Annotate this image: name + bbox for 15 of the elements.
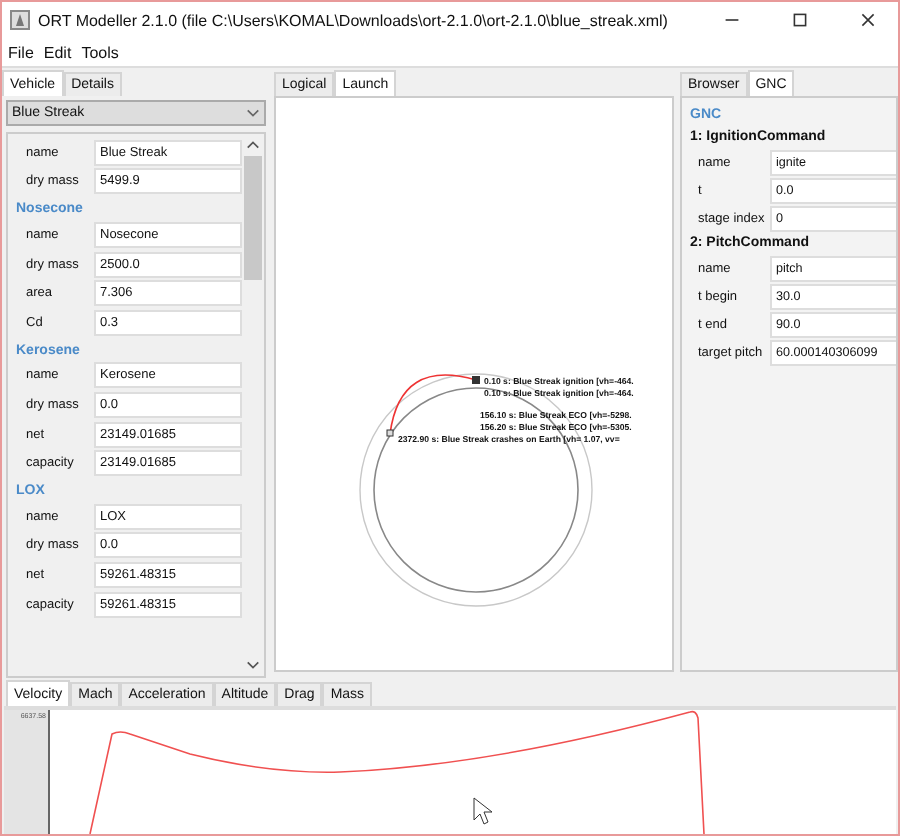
chevron-down-icon [246,108,260,118]
menu-item[interactable]: Tools [81,43,119,61]
event-marker [386,429,394,437]
maximize-icon[interactable] [792,12,808,28]
menu-item[interactable]: Edit [43,43,72,61]
trajectory-line [389,374,477,435]
menu-item[interactable]: File [8,43,34,61]
window-title: ORT Modeller 2.1.0 (file C:\Users\KOMAL\Downloads\ort-2.1.0\ort-2.1.0\blue_streak.xml) [38,11,668,29]
scroll-down-icon[interactable] [246,660,260,670]
event-marker [472,376,480,384]
scrollbar-thumb[interactable] [244,156,262,280]
app-icon [10,10,30,30]
close-icon[interactable] [860,12,876,28]
scroll-up-icon[interactable] [246,140,260,150]
mouse-cursor-icon [473,797,493,825]
